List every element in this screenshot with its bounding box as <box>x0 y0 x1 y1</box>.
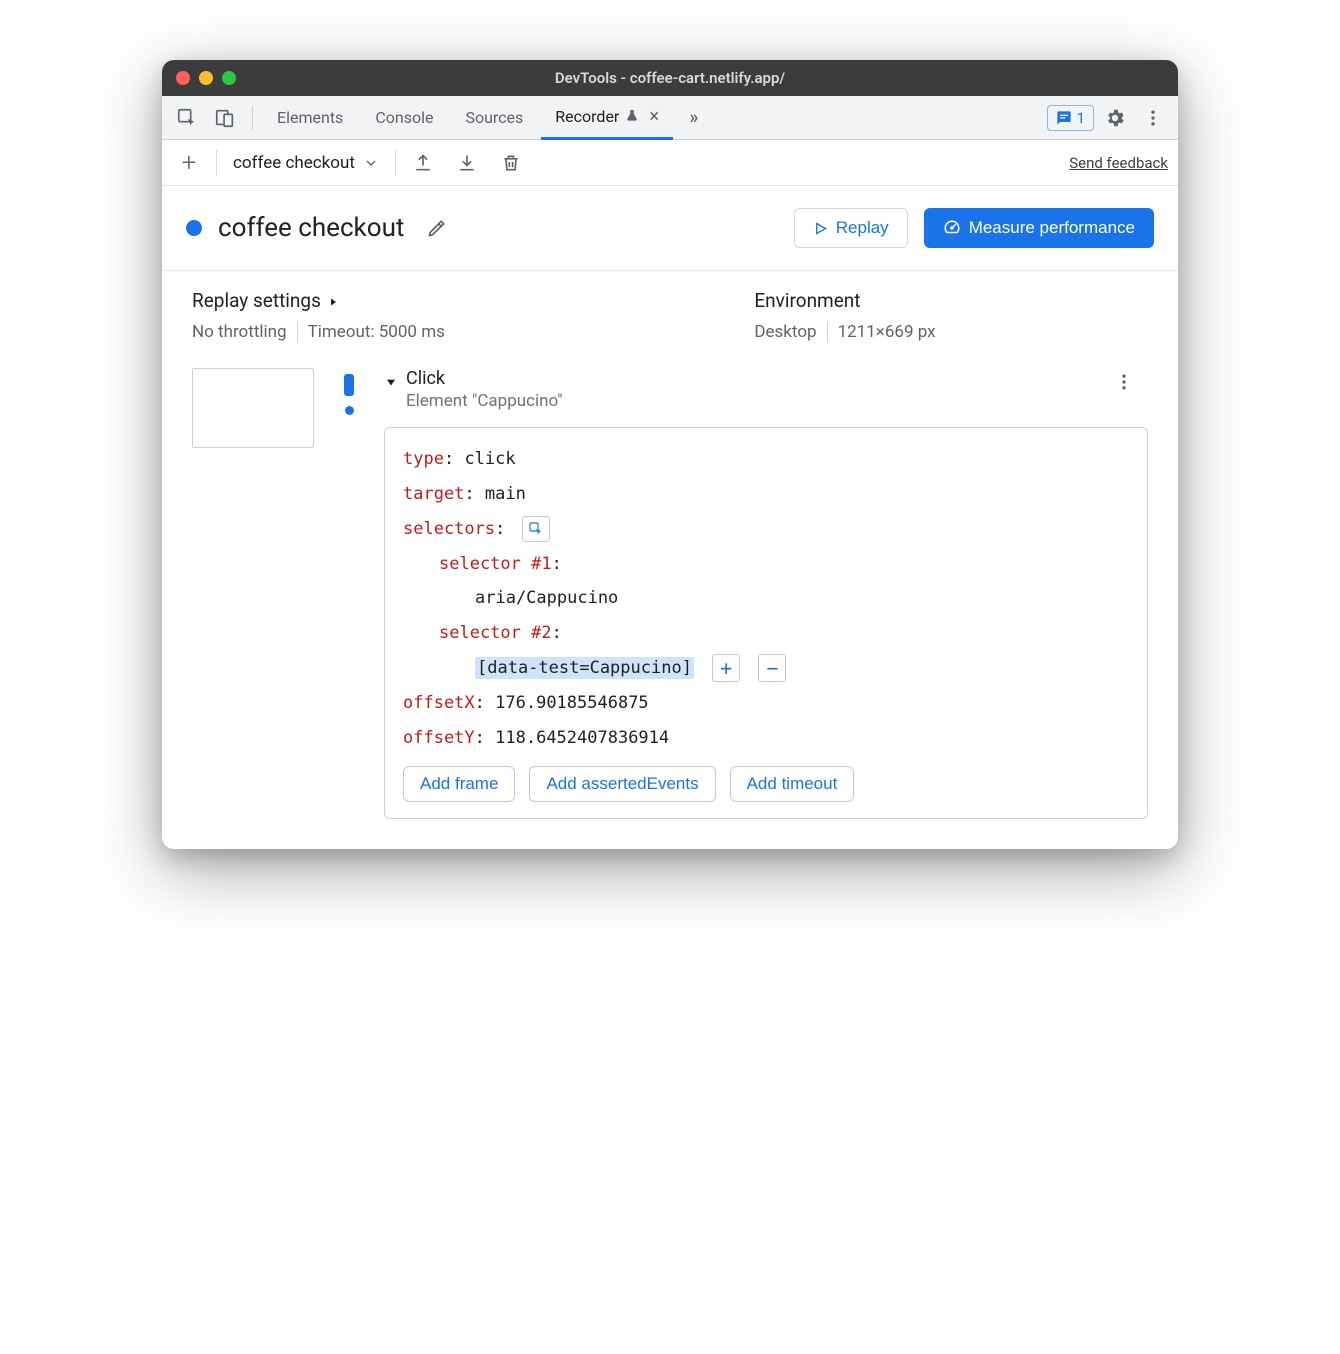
environment-label: Environment <box>754 289 1148 312</box>
selector2-value[interactable]: [data-test=Cappucino] <box>475 657 694 679</box>
recording-status-dot <box>186 220 202 236</box>
replay-settings-col: Replay settings No throttling Timeout: 5… <box>192 289 754 342</box>
offsety-value[interactable]: 118.6452407836914 <box>495 728 669 748</box>
add-timeout-button[interactable]: Add timeout <box>730 766 855 802</box>
tab-console[interactable]: Console <box>361 96 447 140</box>
recorder-toolbar: + coffee checkout Send feedback <box>162 140 1178 186</box>
recording-select-label: coffee checkout <box>233 153 355 173</box>
target-key: target <box>403 484 464 504</box>
minimize-window-button[interactable] <box>199 71 213 85</box>
environment-summary: Desktop 1211×669 px <box>754 322 1148 342</box>
timeline <box>334 368 364 819</box>
step-header[interactable]: Click Element "Cappucino" <box>384 368 1148 411</box>
titlebar: DevTools - coffee-cart.netlify.app/ <box>162 60 1178 96</box>
timeout-value: Timeout: 5000 ms <box>308 322 445 342</box>
beaker-icon <box>625 109 639 123</box>
timeline-bar <box>344 374 354 396</box>
add-selector-button[interactable]: + <box>712 654 740 682</box>
step-kebab-menu[interactable] <box>1110 368 1138 396</box>
type-key: type <box>403 449 444 469</box>
step-title: Click <box>406 368 1102 389</box>
tab-elements[interactable]: Elements <box>263 96 357 140</box>
add-asserted-events-button[interactable]: Add assertedEvents <box>529 766 715 802</box>
inspect-element-icon[interactable] <box>170 101 204 135</box>
selector-picker-button[interactable] <box>522 516 550 542</box>
measure-label: Measure performance <box>969 218 1135 238</box>
env-size: 1211×669 px <box>838 322 936 342</box>
remove-selector-button[interactable]: − <box>758 654 786 682</box>
step-thumbnail[interactable] <box>192 368 314 448</box>
more-tabs-icon[interactable]: » <box>677 101 711 135</box>
environment-col: Environment Desktop 1211×669 px <box>754 289 1148 342</box>
selector1-key: selector #1 <box>439 554 552 574</box>
offsetx-key: offsetX <box>403 693 475 713</box>
replay-settings-label: Replay settings <box>192 289 321 312</box>
add-frame-button[interactable]: Add frame <box>403 766 515 802</box>
gauge-icon <box>943 219 961 237</box>
separator <box>216 150 217 176</box>
devtools-tabbar: Elements Console Sources Recorder × » 1 <box>162 96 1178 140</box>
issues-badge[interactable]: 1 <box>1047 105 1094 131</box>
chat-icon <box>1056 110 1072 126</box>
selectors-key: selectors <box>403 519 495 539</box>
kebab-menu-icon[interactable] <box>1136 101 1170 135</box>
recording-header: coffee checkout Replay Measure performan… <box>162 186 1178 271</box>
close-tab-icon[interactable]: × <box>649 106 659 127</box>
tab-sources[interactable]: Sources <box>451 96 537 140</box>
step-subtitle: Element "Cappucino" <box>406 391 1102 411</box>
send-feedback-link[interactable]: Send feedback <box>1069 154 1168 172</box>
tab-recorder[interactable]: Recorder × <box>541 96 673 140</box>
recording-title: coffee checkout <box>218 213 404 243</box>
step-details-card: type: click target: main selectors: sele… <box>384 427 1148 819</box>
issues-count: 1 <box>1077 109 1085 127</box>
replay-settings-summary: No throttling Timeout: 5000 ms <box>192 322 754 342</box>
window-title: DevTools - coffee-cart.netlify.app/ <box>162 69 1178 87</box>
tab-recorder-label: Recorder <box>555 107 619 126</box>
device-toolbar-icon[interactable] <box>208 101 242 135</box>
offsety-key: offsetY <box>403 728 475 748</box>
import-icon[interactable] <box>450 146 484 180</box>
target-value[interactable]: main <box>485 484 526 504</box>
selector1-value[interactable]: aria/Cappucino <box>475 588 618 608</box>
measure-performance-button[interactable]: Measure performance <box>924 208 1154 248</box>
separator <box>395 150 396 176</box>
chevron-right-icon <box>327 296 339 308</box>
delete-icon[interactable] <box>494 146 528 180</box>
edit-title-icon[interactable] <box>420 211 454 245</box>
offsetx-value[interactable]: 176.90185546875 <box>495 693 649 713</box>
export-icon[interactable] <box>406 146 440 180</box>
chevron-down-icon <box>384 375 398 389</box>
selector2-key: selector #2 <box>439 623 552 643</box>
recording-select[interactable]: coffee checkout <box>227 149 385 177</box>
replay-button[interactable]: Replay <box>794 208 908 248</box>
env-device: Desktop <box>754 322 816 342</box>
maximize-window-button[interactable] <box>222 71 236 85</box>
devtools-window: DevTools - coffee-cart.netlify.app/ Elem… <box>162 60 1178 849</box>
add-recording-button[interactable]: + <box>172 146 206 180</box>
replay-settings-toggle[interactable]: Replay settings <box>192 289 754 312</box>
close-window-button[interactable] <box>176 71 190 85</box>
throttling-value: No throttling <box>192 322 287 342</box>
chevron-down-icon <box>363 155 379 171</box>
play-icon <box>813 221 828 236</box>
settings-icon[interactable] <box>1098 101 1132 135</box>
separator <box>297 322 298 342</box>
replay-label: Replay <box>836 218 889 238</box>
settings-row: Replay settings No throttling Timeout: 5… <box>162 271 1178 360</box>
type-value[interactable]: click <box>464 449 515 469</box>
separator <box>827 322 828 342</box>
traffic-lights <box>176 71 236 85</box>
step-area: Click Element "Cappucino" type: click ta… <box>162 360 1178 849</box>
separator <box>252 106 253 130</box>
timeline-dot <box>345 406 354 415</box>
step-content: Click Element "Cappucino" type: click ta… <box>384 368 1148 819</box>
